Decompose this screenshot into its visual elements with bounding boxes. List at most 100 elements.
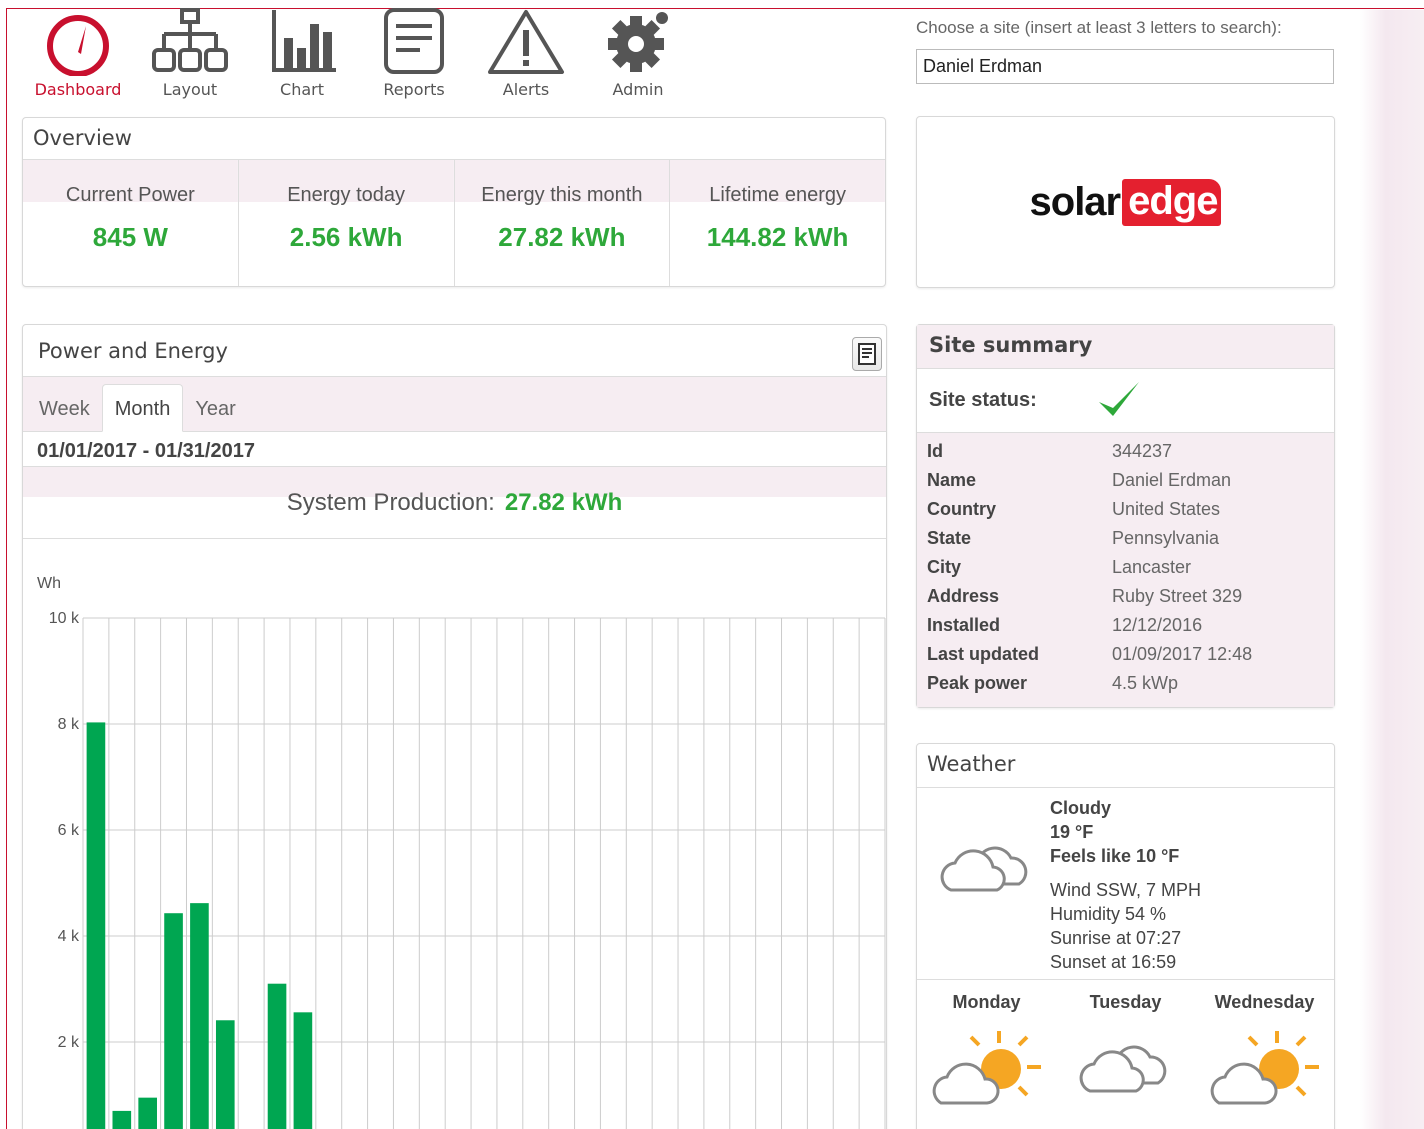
date-range: 01/01/2017 - 01/31/2017 — [23, 432, 886, 467]
gear-icon — [608, 12, 668, 72]
metric-label: Energy today — [238, 160, 454, 228]
metric-value: 2.56 kWh — [289, 222, 403, 252]
weather-humidity: Humidity 54 % — [1050, 904, 1167, 924]
weather-panel: Weather Cloudy 19 °F Feels like 10 °F Wi… — [916, 743, 1335, 1129]
energy-bar-chart: Wh 2 k 4 k 6 k 8 k 10 k — [37, 575, 886, 1129]
nav-label: Reports — [383, 80, 445, 99]
site-detail-value: Daniel Erdman — [1112, 470, 1232, 490]
y-tick-label: 2 k — [58, 1034, 80, 1051]
metric-label: Current Power — [23, 160, 238, 228]
production-value: 27.82 kWh — [504, 489, 623, 516]
site-detail-key: Name — [927, 470, 977, 490]
site-search-input[interactable] — [916, 49, 1334, 84]
top-nav: Dashboard Layout Chart Reports Alerts Ad… — [22, 8, 694, 104]
chart-bar — [215, 1020, 235, 1129]
weather-feels-like: Feels like 10 °F — [1050, 846, 1180, 866]
power-energy-panel: Power and Energy Week Month Year 01/01/2… — [22, 324, 887, 1129]
y-tick-label: 8 k — [58, 716, 80, 733]
site-summary-panel: Site summary Site status: Id 344237 Name Da… — [916, 324, 1335, 708]
nav-chart[interactable]: Chart — [246, 8, 358, 104]
overview-title: Overview — [23, 118, 885, 160]
forecast-day: Tuesday — [1056, 992, 1195, 1107]
warning-triangle-icon — [488, 10, 564, 74]
site-detail-key: Last updated — [927, 644, 1040, 664]
site-detail-row: City Lancaster — [927, 557, 1334, 586]
tab-year[interactable]: Year — [183, 385, 247, 431]
nav-reports[interactable]: Reports — [358, 8, 470, 104]
dashboard-gauge-icon — [47, 15, 110, 76]
chart-bar — [112, 1110, 132, 1129]
metric-value: 27.82 kWh — [498, 222, 626, 252]
nav-alerts[interactable]: Alerts — [470, 8, 582, 104]
logo-text-edge: edge — [1122, 178, 1222, 226]
bar-chart-icon — [272, 10, 336, 72]
chart-area: Wh 2 k 4 k 6 k 8 k 10 k — [23, 539, 886, 1129]
chart-bar — [138, 1097, 157, 1129]
forecast-day-label: Monday — [952, 992, 1021, 1012]
site-detail-value: 12/12/2016 — [1112, 615, 1203, 635]
period-tabs: Week Month Year — [23, 377, 886, 432]
site-detail-row: Peak power 4.5 kWp — [927, 673, 1334, 702]
energy-month-cell: Energy this month 27.82 kWh — [454, 160, 671, 286]
metric-value: 144.82 kWh — [706, 222, 849, 252]
y-axis-label: Wh — [37, 575, 61, 592]
system-production: System Production: 27.82 kWh — [23, 467, 886, 539]
chart-bar — [293, 1012, 313, 1129]
nav-admin[interactable]: Admin — [582, 8, 694, 104]
site-detail-key: State — [927, 528, 972, 548]
site-status-label: Site status: — [929, 389, 1037, 411]
layout-tree-icon — [152, 8, 228, 72]
energy-today-cell: Energy today 2.56 kWh — [238, 160, 455, 286]
weather-sunset: Sunset at 16:59 — [1050, 952, 1177, 972]
export-button[interactable] — [852, 337, 882, 371]
forecast-day: Monday — [917, 992, 1056, 1107]
site-detail-row: Id 344237 — [927, 441, 1334, 470]
nav-layout[interactable]: Layout — [134, 8, 246, 104]
weather-condition: Cloudy — [1050, 798, 1111, 818]
chart-bar — [190, 903, 209, 1129]
site-detail-row: State Pennsylvania — [927, 528, 1334, 557]
tab-month[interactable]: Month — [101, 384, 184, 432]
site-detail-row: Installed 12/12/2016 — [927, 615, 1334, 644]
site-summary-title: Site summary — [917, 325, 1334, 369]
site-detail-row: Address Ruby Street 329 — [927, 586, 1334, 615]
lifetime-energy-cell: Lifetime energy 144.82 kWh — [670, 160, 885, 286]
frame-left-border — [6, 8, 7, 1129]
logo-text-solar: solar — [1029, 179, 1122, 224]
weather-details: Cloudy 19 °F Feels like 10 °F Wind SSW, … — [1050, 796, 1201, 974]
site-detail-row: Country United States — [927, 499, 1334, 528]
site-detail-value: Pennsylvania — [1112, 528, 1220, 548]
weather-sunrise: Sunrise at 07:27 — [1050, 928, 1182, 948]
weather-wind: Wind SSW, 7 MPH — [1050, 880, 1202, 900]
current-weather: Cloudy 19 °F Feels like 10 °F Wind SSW, … — [917, 788, 1334, 980]
chart-bar — [164, 913, 183, 1129]
nav-label: Admin — [612, 80, 664, 99]
chart-bar — [86, 722, 106, 1129]
forecast-day-label: Tuesday — [1089, 992, 1162, 1012]
cloudy-icon — [940, 846, 1028, 892]
metric-label: Lifetime energy — [670, 160, 885, 228]
chart-bar — [267, 983, 287, 1129]
nav-label: Layout — [162, 80, 218, 99]
checkmark-icon — [1098, 381, 1139, 416]
site-detail-key: Address — [927, 586, 1000, 606]
site-detail-value: 01/09/2017 12:48 — [1112, 644, 1253, 664]
current-power-cell: Current Power 845 W — [23, 160, 239, 286]
export-document-icon — [858, 343, 876, 365]
metric-value: 845 W — [92, 222, 168, 252]
nav-label: Alerts — [502, 80, 550, 99]
metric-label: Energy this month — [454, 160, 670, 228]
tab-week[interactable]: Week — [27, 385, 102, 431]
right-background — [1360, 10, 1424, 1129]
site-detail-key: Installed — [927, 615, 1001, 635]
weather-temperature: 19 °F — [1050, 822, 1094, 842]
site-detail-row: Name Daniel Erdman — [927, 470, 1334, 499]
site-detail-value: 4.5 kWp — [1112, 673, 1179, 693]
cloudy-icon — [1079, 1045, 1166, 1093]
site-detail-value: Lancaster — [1112, 557, 1192, 577]
nav-label: Chart — [280, 80, 324, 99]
partly-sunny-icon — [932, 1031, 1041, 1105]
report-document-icon — [384, 8, 444, 74]
nav-dashboard[interactable]: Dashboard — [22, 8, 134, 104]
site-detail-key: Id — [927, 441, 943, 461]
